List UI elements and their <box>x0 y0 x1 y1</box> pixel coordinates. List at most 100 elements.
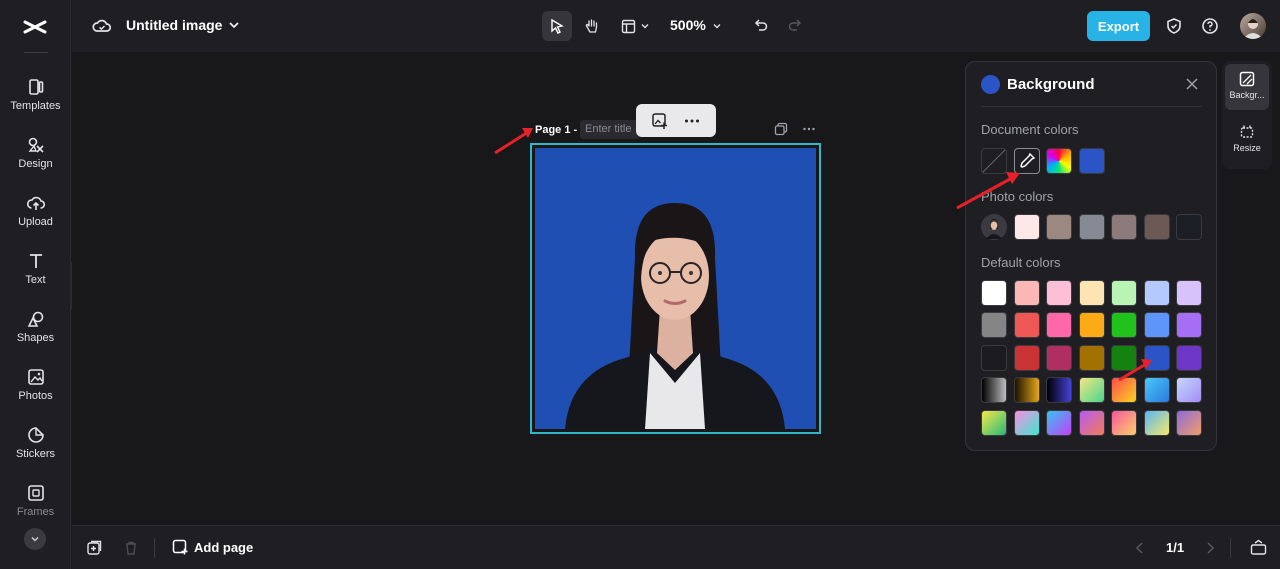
page-label: Page 1 - <box>535 124 578 136</box>
select-tool-button[interactable] <box>542 11 572 41</box>
default-color-swatch[interactable] <box>1046 377 1072 403</box>
sidebar-item-photos[interactable]: Photos <box>0 368 71 418</box>
shield-icon[interactable] <box>1165 17 1183 35</box>
more-options-icon[interactable] <box>683 112 701 130</box>
hand-tool-button[interactable] <box>577 11 607 41</box>
layout-menu-button[interactable] <box>617 11 653 41</box>
collapse-panel-icon[interactable] <box>1250 539 1267 556</box>
photo-color-swatch[interactable] <box>1111 214 1137 240</box>
sidebar-item-stickers[interactable]: Stickers <box>0 426 71 476</box>
default-color-swatch[interactable] <box>1014 312 1040 338</box>
sidebar-item-label: Design <box>18 158 53 170</box>
default-color-swatch[interactable] <box>1014 280 1040 306</box>
sidebar-item-templates[interactable]: Templates <box>0 78 71 128</box>
add-page-icon <box>172 539 188 555</box>
photo-color-swatch[interactable] <box>1079 214 1105 240</box>
photo-color-swatch[interactable] <box>1144 214 1170 240</box>
default-color-swatch[interactable] <box>1176 280 1202 306</box>
default-color-swatch[interactable] <box>981 410 1007 436</box>
default-color-swatch[interactable] <box>1111 312 1137 338</box>
default-color-swatch[interactable] <box>1176 377 1202 403</box>
default-color-swatch[interactable] <box>1014 410 1040 436</box>
text-icon <box>29 254 42 268</box>
default-color-swatch[interactable] <box>1046 280 1072 306</box>
sidebar-item-label: Templates <box>10 100 61 112</box>
default-color-swatch[interactable] <box>1176 345 1202 371</box>
sidebar-more-button[interactable] <box>24 528 46 550</box>
cloud-sync-icon[interactable] <box>92 16 112 36</box>
sidebar-item-text[interactable]: Text <box>0 252 71 302</box>
duplicate-page-icon[interactable] <box>774 122 788 136</box>
default-color-swatch[interactable] <box>1046 312 1072 338</box>
page-background[interactable] <box>535 148 816 429</box>
page-canvas-selected[interactable] <box>530 143 821 434</box>
add-page-plus-icon[interactable] <box>86 540 102 556</box>
photo-color-swatch[interactable] <box>1176 214 1202 240</box>
default-color-swatch[interactable] <box>1079 377 1105 403</box>
portrait-photo[interactable] <box>535 148 816 429</box>
default-color-swatch[interactable] <box>1046 410 1072 436</box>
capcut-logo-icon[interactable] <box>22 14 48 40</box>
default-color-swatch[interactable] <box>1079 345 1105 371</box>
default-color-swatch[interactable] <box>1144 377 1170 403</box>
photo-thumbnail[interactable] <box>981 214 1007 240</box>
document-color-swatch[interactable] <box>1079 148 1105 174</box>
default-color-swatch[interactable] <box>1176 410 1202 436</box>
trash-icon[interactable] <box>123 540 139 556</box>
page-actions <box>774 122 816 136</box>
undo-button[interactable] <box>748 11 774 41</box>
sidebar-item-label: Upload <box>18 216 53 228</box>
eyedropper-button[interactable] <box>1014 148 1040 174</box>
sidebar-item-design[interactable]: Design <box>0 136 71 186</box>
sidebar-item-shapes[interactable]: Shapes <box>0 310 71 360</box>
default-color-swatch[interactable] <box>1014 345 1040 371</box>
default-color-swatch[interactable] <box>1144 345 1170 371</box>
rail-item-resize[interactable]: Resize <box>1225 117 1269 163</box>
default-color-swatch[interactable] <box>1111 410 1137 436</box>
chevron-down-icon[interactable] <box>228 19 240 31</box>
chevron-left-icon[interactable] <box>1134 541 1146 555</box>
close-icon[interactable] <box>1185 77 1199 91</box>
default-color-swatch[interactable] <box>981 280 1007 306</box>
chevron-right-icon[interactable] <box>1204 541 1216 555</box>
custom-color-picker-swatch[interactable] <box>1046 148 1072 174</box>
default-color-swatch[interactable] <box>1079 280 1105 306</box>
default-color-swatch[interactable] <box>1014 377 1040 403</box>
rail-item-label: Backgr... <box>1229 90 1265 100</box>
default-color-swatch[interactable] <box>981 345 1007 371</box>
default-color-swatch[interactable] <box>981 312 1007 338</box>
photo-color-swatch[interactable] <box>1046 214 1072 240</box>
page-more-icon[interactable] <box>802 122 816 136</box>
default-color-swatch[interactable] <box>1176 312 1202 338</box>
redo-button[interactable] <box>782 11 808 41</box>
default-color-swatch[interactable] <box>981 377 1007 403</box>
default-color-swatch[interactable] <box>1144 312 1170 338</box>
default-color-swatch[interactable] <box>1144 410 1170 436</box>
export-button[interactable]: Export <box>1087 11 1150 41</box>
chevron-down-icon <box>641 24 648 29</box>
sidebar-item-frames[interactable]: Frames <box>0 484 71 534</box>
portrait-thumb-icon <box>986 219 1002 239</box>
zoom-level[interactable]: 500% <box>670 17 706 33</box>
default-color-swatch[interactable] <box>1079 410 1105 436</box>
default-color-swatch[interactable] <box>1046 345 1072 371</box>
default-color-swatch[interactable] <box>1079 312 1105 338</box>
default-color-swatch[interactable] <box>1111 280 1137 306</box>
default-color-swatch[interactable] <box>1111 377 1137 403</box>
help-icon[interactable] <box>1201 17 1219 35</box>
chevron-down-icon[interactable] <box>712 21 722 31</box>
add-page-button[interactable]: Add page <box>172 539 253 555</box>
bottom-divider <box>154 538 155 558</box>
default-color-swatch[interactable] <box>1111 345 1137 371</box>
no-color-swatch[interactable] <box>981 148 1007 174</box>
replace-image-icon[interactable] <box>651 112 669 130</box>
bottom-divider <box>1230 538 1231 558</box>
default-color-swatch[interactable] <box>1144 280 1170 306</box>
document-title[interactable]: Untitled image <box>126 17 222 33</box>
sidebar-item-upload[interactable]: Upload <box>0 194 71 244</box>
photo-color-swatch[interactable] <box>1014 214 1040 240</box>
page-title-input[interactable]: Enter title <box>580 120 640 139</box>
rail-item-background[interactable]: Backgr... <box>1225 64 1269 110</box>
user-avatar[interactable] <box>1240 13 1266 39</box>
eyedropper-icon <box>1020 152 1036 168</box>
